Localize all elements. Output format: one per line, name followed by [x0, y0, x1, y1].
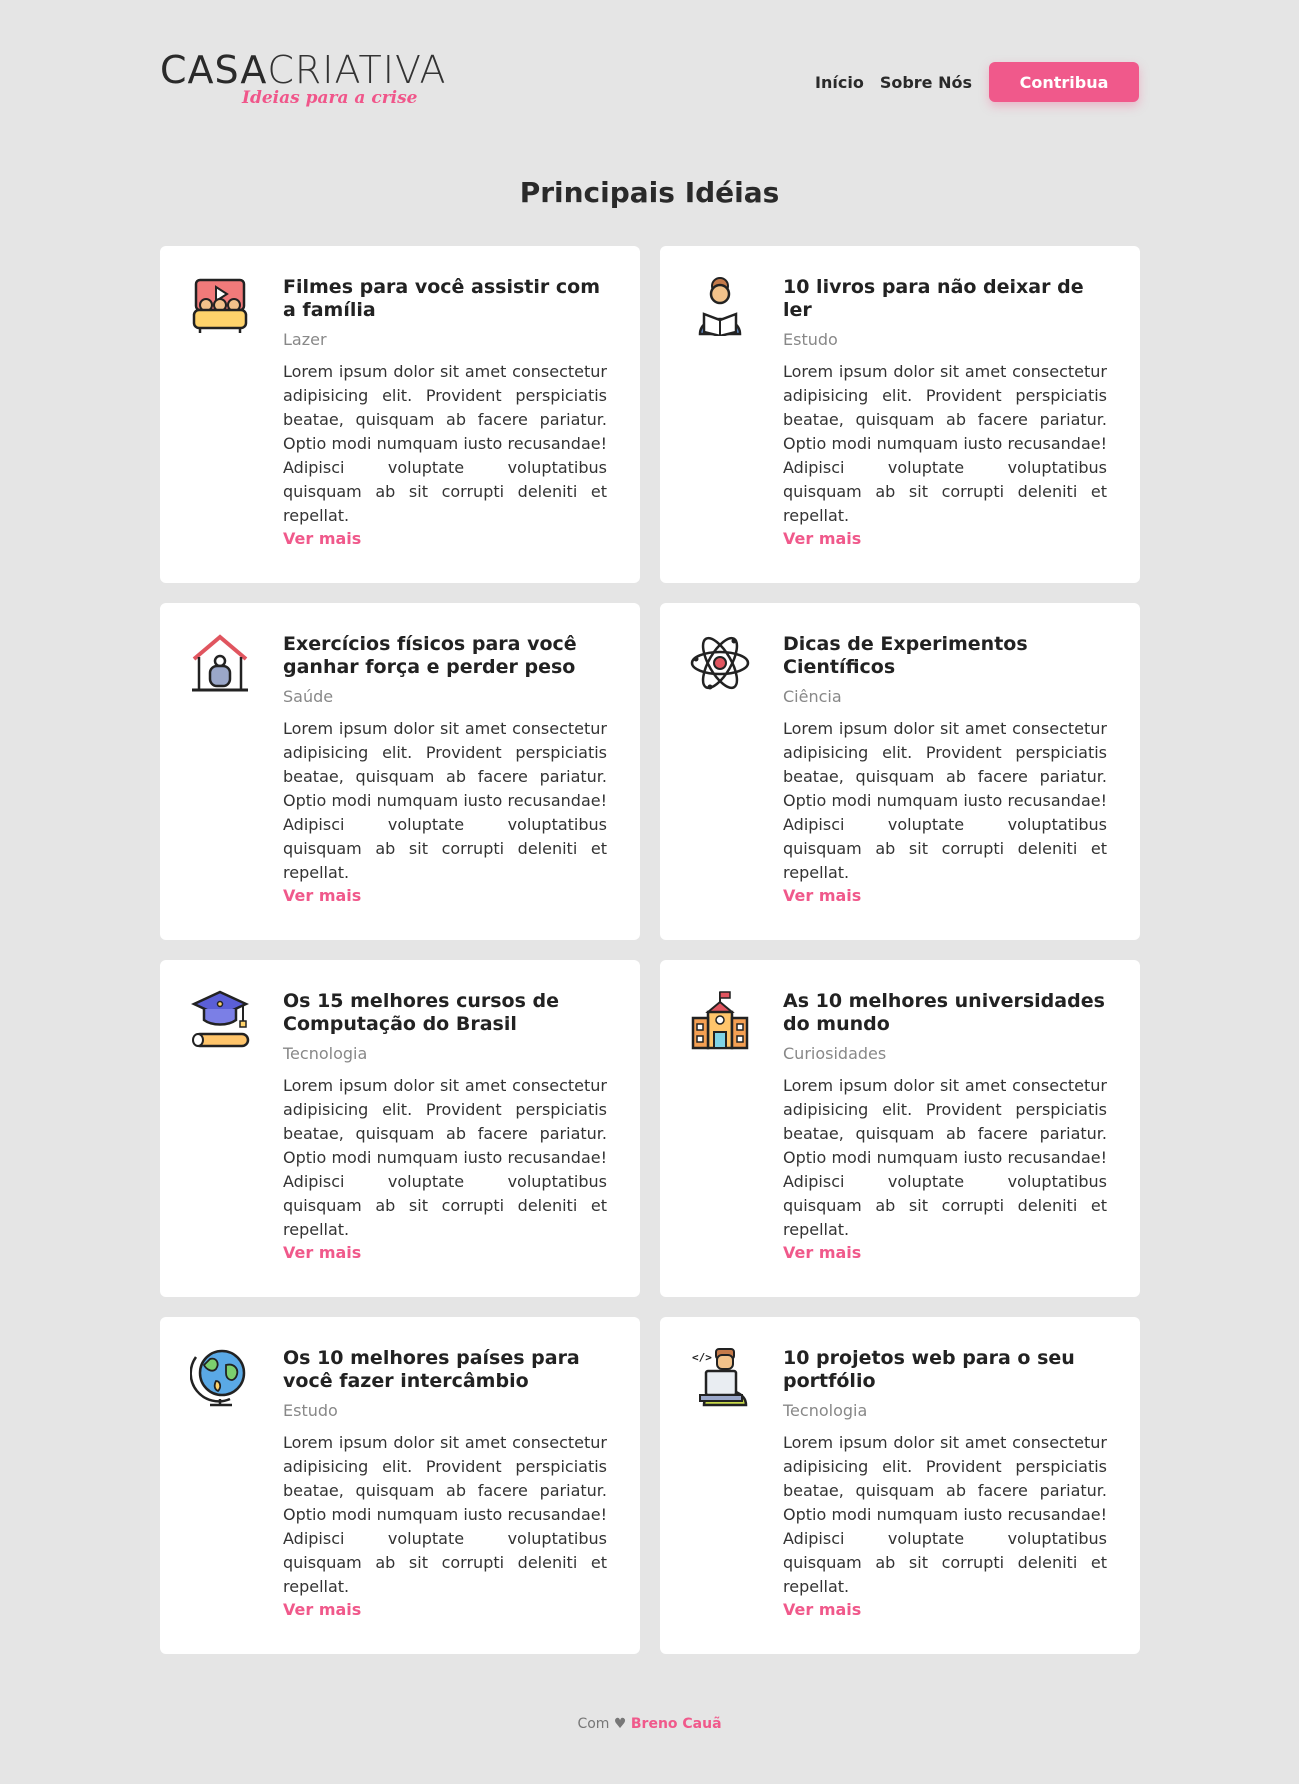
footer-prefix: Com ♥	[577, 1716, 627, 1732]
card-body: Os 10 melhores países para você fazer in…	[283, 1347, 607, 1621]
logo-text: CASACRIATIVA	[160, 48, 447, 92]
footer-author-link[interactable]: Breno Cauã	[631, 1716, 722, 1732]
card-title: Filmes para você assistir com a família	[283, 276, 600, 321]
card-title: Dicas de Experimentos Científicos	[783, 633, 1028, 678]
globe-icon	[189, 1347, 250, 1407]
ver-mais-link[interactable]: Ver mais	[783, 1242, 1107, 1264]
card-category: Ciência	[783, 687, 842, 706]
card-description: Lorem ipsum dolor sit amet consectetur a…	[783, 1076, 1107, 1239]
card-description: Lorem ipsum dolor sit amet consectetur a…	[283, 1076, 607, 1239]
ver-mais-link[interactable]: Ver mais	[783, 885, 1107, 907]
idea-card: Os 15 melhores cursos de Computação do B…	[160, 960, 640, 1297]
ver-mais-link[interactable]: Ver mais	[283, 528, 607, 550]
card-category: Lazer	[283, 330, 327, 349]
card-category: Estudo	[283, 1401, 338, 1420]
card-body: 10 livros para não deixar de ler Estudo …	[783, 276, 1107, 550]
card-title: Os 10 melhores países para você fazer in…	[283, 1347, 580, 1392]
card-description: Lorem ipsum dolor sit amet consectetur a…	[283, 362, 607, 525]
graduation-cap-icon	[190, 990, 250, 1050]
idea-card: Exercícios físicos para você ganhar forç…	[160, 603, 640, 940]
university-icon	[690, 990, 750, 1050]
page-title: Principais Idéias	[519, 176, 780, 209]
idea-card: </> 10 projetos web para o seu portfólio…	[660, 1317, 1140, 1654]
card-description: Lorem ipsum dolor sit amet consectetur a…	[283, 1433, 607, 1596]
card-title: 10 livros para não deixar de ler	[783, 276, 1084, 321]
atom-icon	[690, 633, 750, 693]
nav-link-sobre-nos[interactable]: Sobre Nós	[880, 73, 972, 92]
idea-card: Os 10 melhores países para você fazer in…	[160, 1317, 640, 1654]
card-category: Tecnologia	[783, 1401, 868, 1420]
card-body: 10 projetos web para o seu portfólio Tec…	[783, 1347, 1107, 1621]
developer-icon: </>	[690, 1347, 750, 1407]
card-title: As 10 melhores universidades do mundo	[783, 990, 1105, 1035]
nav-link-inicio[interactable]: Início	[815, 73, 864, 92]
logo[interactable]: CASACRIATIVA Ideias para a crise	[160, 50, 460, 112]
card-category: Saúde	[283, 687, 334, 706]
card-category: Estudo	[783, 330, 838, 349]
card-title: Os 15 melhores cursos de Computação do B…	[283, 990, 560, 1035]
card-body: Dicas de Experimentos Científicos Ciênci…	[783, 633, 1107, 907]
home-workout-icon	[190, 633, 250, 693]
reader-icon	[690, 276, 750, 338]
ver-mais-link[interactable]: Ver mais	[783, 1599, 1107, 1621]
card-body: Exercícios físicos para você ganhar forç…	[283, 633, 607, 907]
main-nav: Início Sobre Nós Contribua	[799, 62, 1139, 102]
idea-card: As 10 melhores universidades do mundo Cu…	[660, 960, 1140, 1297]
card-description: Lorem ipsum dolor sit amet consectetur a…	[783, 1433, 1107, 1596]
card-title: Exercícios físicos para você ganhar forç…	[283, 633, 577, 678]
idea-card: Filmes para você assistir com a família …	[160, 246, 640, 583]
card-body: Os 15 melhores cursos de Computação do B…	[283, 990, 607, 1264]
card-title: 10 projetos web para o seu portfólio	[783, 1347, 1075, 1392]
idea-card: 10 livros para não deixar de ler Estudo …	[660, 246, 1140, 583]
card-description: Lorem ipsum dolor sit amet consectetur a…	[783, 362, 1107, 525]
card-description: Lorem ipsum dolor sit amet consectetur a…	[783, 719, 1107, 882]
page: CASACRIATIVA Ideias para a crise Início …	[0, 0, 1299, 1784]
card-category: Tecnologia	[283, 1044, 368, 1063]
ver-mais-link[interactable]: Ver mais	[283, 1599, 607, 1621]
logo-tagline: Ideias para a crise	[242, 88, 418, 108]
ideas-grid: Filmes para você assistir com a família …	[160, 246, 1140, 1654]
ver-mais-link[interactable]: Ver mais	[283, 885, 607, 907]
card-body: As 10 melhores universidades do mundo Cu…	[783, 990, 1107, 1264]
card-body: Filmes para você assistir com a família …	[283, 276, 607, 550]
ver-mais-link[interactable]: Ver mais	[783, 528, 1107, 550]
movie-couch-icon	[190, 276, 250, 336]
ver-mais-link[interactable]: Ver mais	[283, 1242, 607, 1264]
idea-card: Dicas de Experimentos Científicos Ciênci…	[660, 603, 1140, 940]
card-category: Curiosidades	[783, 1044, 887, 1063]
footer: Com ♥ Breno Cauã	[0, 1716, 1299, 1732]
contribua-button[interactable]: Contribua	[989, 62, 1139, 102]
card-description: Lorem ipsum dolor sit amet consectetur a…	[283, 719, 607, 882]
svg-text:</>: </>	[692, 1351, 712, 1364]
